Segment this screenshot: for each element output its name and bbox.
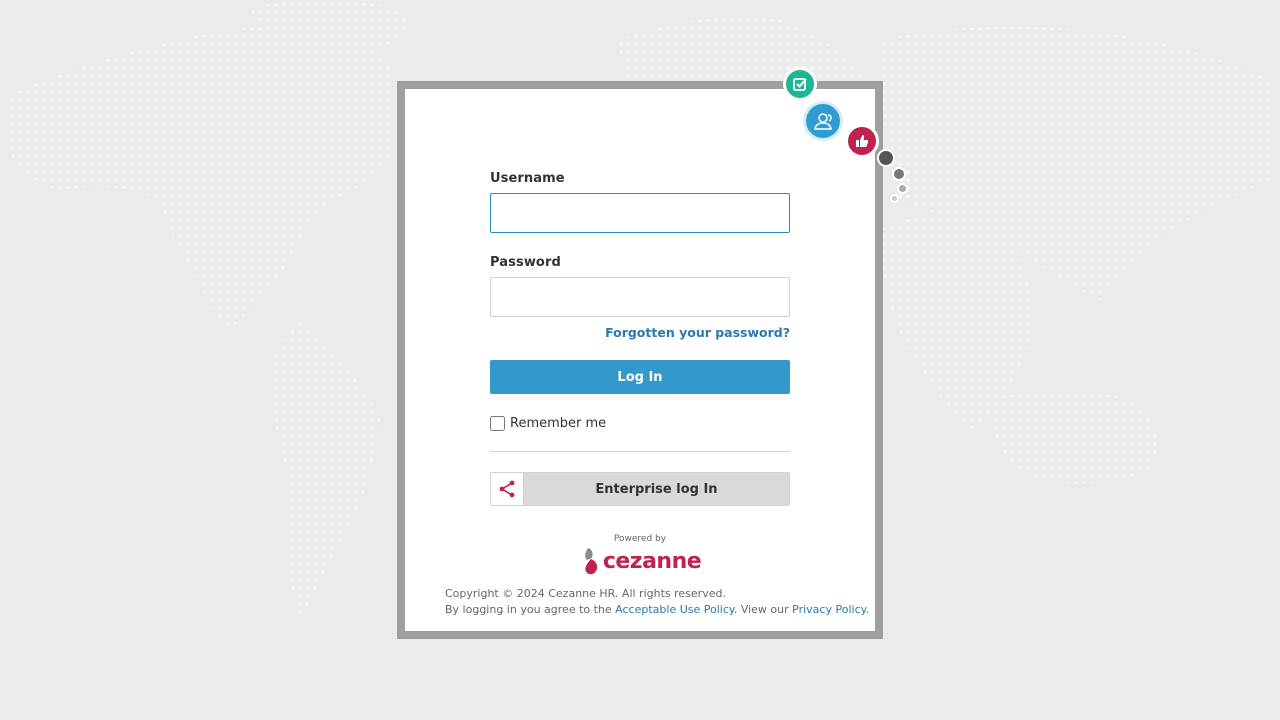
powered-by-block: Powered by cezanne [405, 534, 875, 580]
divider [490, 451, 790, 452]
decor-dot [892, 167, 906, 181]
decor-dot [890, 194, 899, 203]
username-label: Username [490, 171, 565, 186]
cezanne-logo: cezanne [579, 546, 702, 576]
agreement-end: . [865, 603, 870, 616]
agreement-text: By logging in you agree to the Acceptabl… [445, 602, 869, 618]
powered-by-text: Powered by [613, 534, 667, 544]
people-icon [803, 101, 843, 141]
remember-me-checkbox[interactable] [490, 416, 505, 431]
privacy-policy-link[interactable]: Privacy Policy [792, 603, 865, 616]
enterprise-login-label: Enterprise log In [595, 481, 718, 497]
footer: Copyright © 2024 Cezanne HR. All rights … [445, 586, 869, 618]
checkbox-icon [783, 67, 817, 101]
cezanne-logo-mark [585, 548, 597, 575]
forgot-password-link[interactable]: Forgotten your password? [490, 325, 790, 340]
remember-me-label[interactable]: Remember me [510, 416, 606, 431]
decor-dot [897, 183, 908, 194]
agreement-middle: . View our [733, 603, 793, 616]
copyright-text: Copyright © 2024 Cezanne HR. All rights … [445, 587, 726, 600]
login-form: Username Password Forgotten your passwor… [490, 171, 790, 506]
cezanne-logo-text: cezanne [602, 548, 702, 574]
login-button[interactable]: Log In [490, 360, 790, 394]
decor-dot [877, 149, 895, 167]
password-label: Password [490, 255, 561, 270]
username-input[interactable] [490, 193, 790, 233]
share-icon [491, 473, 524, 505]
agreement-prefix: By logging in you agree to the [445, 603, 616, 616]
login-card: Username Password Forgotten your passwor… [405, 89, 875, 631]
thumbs-up-icon [845, 124, 879, 158]
remember-me-row: Remember me [490, 416, 790, 431]
acceptable-use-policy-link[interactable]: Acceptable Use Policy [615, 603, 734, 616]
enterprise-login-button[interactable]: Enterprise log In [490, 472, 790, 506]
password-input[interactable] [490, 277, 790, 317]
login-frame: Username Password Forgotten your passwor… [397, 81, 883, 639]
